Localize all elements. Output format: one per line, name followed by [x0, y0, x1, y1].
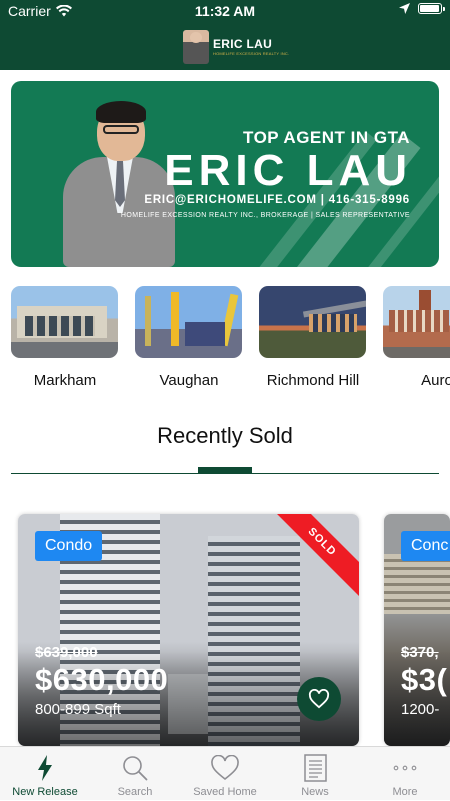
region-item-vaughan[interactable]: Vaughan — [135, 286, 243, 389]
tab-label: News — [301, 786, 329, 798]
original-price: $639,000 — [35, 644, 98, 661]
agent-banner[interactable]: TOP AGENT IN GTA ERIC LAU ERIC@ERICHOMEL… — [11, 81, 439, 267]
brand-logo: ERIC LAU HOMELIFE EXCESSION REALTY INC. — [183, 28, 289, 66]
banner-tagline: TOP AGENT IN GTA — [243, 128, 410, 147]
app-header: Carrier 11:32 AM ERIC LAU HOMELIFE EXCES… — [0, 0, 450, 70]
unit-size: 800-899 Sqft — [35, 701, 121, 718]
region-item-aurora[interactable]: Auro — [383, 286, 450, 389]
region-label: Richmond Hill — [266, 372, 360, 389]
tab-more[interactable]: More — [360, 747, 450, 801]
tab-label: Saved Home — [193, 786, 257, 798]
region-label: Vaughan — [159, 372, 219, 389]
heart-icon — [308, 689, 330, 709]
brand-avatar — [183, 30, 209, 64]
battery-level — [420, 5, 439, 12]
region-image — [383, 286, 450, 358]
original-price: $370, — [401, 644, 439, 661]
tab-label: New Release — [12, 786, 78, 798]
sold-price: $3( — [401, 662, 448, 697]
section-underline — [198, 467, 252, 473]
heart-icon — [211, 755, 239, 781]
region-item-richmond-hill[interactable]: Richmond Hill — [259, 286, 367, 389]
tab-label: Search — [117, 786, 153, 798]
section-divider — [11, 473, 439, 474]
region-label: Auro — [421, 372, 450, 389]
brand-name: ERIC LAU — [213, 37, 273, 51]
tab-bar: New Release Search Saved Home News More — [0, 746, 450, 800]
brand-subtitle: HOMELIFE EXCESSION REALTY INC. — [213, 51, 290, 56]
tab-label: More — [392, 786, 418, 798]
sold-price: $630,000 — [35, 662, 169, 697]
listing-card[interactable]: Condo SOLD $639,000 $630,000 800-899 Sqf… — [18, 514, 359, 746]
location-arrow-icon — [399, 3, 410, 14]
newspaper-icon — [304, 754, 327, 782]
region-carousel[interactable]: Markham Vaughan Richmond Hill Auro — [11, 286, 450, 391]
status-bar: Carrier 11:32 AM — [0, 0, 450, 22]
banner-company: HOMELIFE EXCESSION REALTY INC., BROKERAG… — [120, 212, 410, 219]
search-icon — [123, 756, 148, 781]
banner-contact: ERIC@ERICHOMELIFE.COM | 416-315-8996 — [144, 194, 410, 206]
status-time: 11:32 AM — [194, 3, 256, 19]
listing-card[interactable]: Conc $370, $3( 1200- — [384, 514, 450, 746]
banner-agent-name: ERIC LAU — [164, 146, 412, 195]
tab-saved-home[interactable]: Saved Home — [180, 747, 270, 801]
region-item-markham[interactable]: Markham — [11, 286, 119, 389]
region-image — [135, 286, 242, 358]
bolt-icon — [38, 755, 52, 781]
agent-photo — [61, 95, 177, 267]
unit-size: 1200- — [401, 701, 440, 718]
section-title: Recently Sold — [157, 423, 293, 448]
battery-icon — [418, 3, 445, 14]
tab-search[interactable]: Search — [90, 747, 180, 801]
status-right — [399, 3, 445, 14]
region-image — [11, 286, 118, 358]
more-icon — [393, 765, 417, 771]
region-image — [259, 286, 366, 358]
property-type-badge: Condo — [35, 531, 103, 561]
tab-new-release[interactable]: New Release — [0, 747, 90, 801]
region-label: Markham — [33, 372, 97, 389]
property-type-badge: Conc — [401, 531, 450, 561]
save-favorite-button[interactable] — [297, 677, 341, 721]
tab-news[interactable]: News — [270, 747, 360, 801]
